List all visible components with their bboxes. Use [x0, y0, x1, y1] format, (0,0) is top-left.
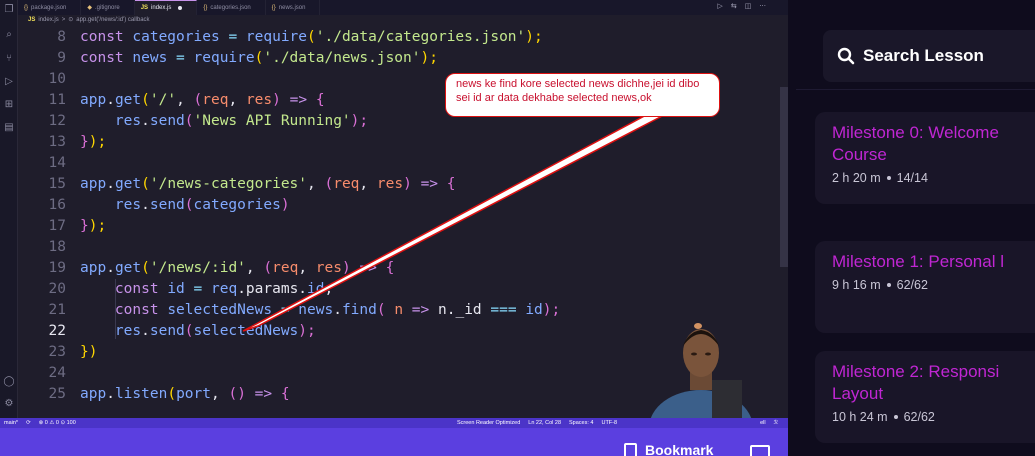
code-line-18: 18	[48, 239, 66, 255]
milestone-card[interactable]: Milestone 1: Personal l 9 h 16 m 62/62	[815, 241, 1035, 333]
milestone-meta: 9 h 16 m 62/62	[832, 278, 1035, 292]
milestone-progress: 62/62	[896, 278, 928, 292]
tab-label: .gitignore	[95, 4, 120, 11]
code-line-9: 9 const news = require('./data/news.json'…	[57, 50, 438, 66]
code-line-8: 8 const categories = require('./data/cate…	[57, 29, 543, 45]
scroll-thumb[interactable]	[780, 87, 788, 267]
gitignore-file-icon: ◆	[87, 5, 92, 11]
json-file-icon: {}	[271, 4, 276, 11]
breadcrumb-symbol[interactable]: app.get('/news/:id') callback	[76, 15, 149, 26]
annotation-callout: news ke find kore selected news dichhe,j…	[445, 73, 720, 117]
shell-indicator[interactable]: ell	[760, 418, 766, 428]
problems-indicator[interactable]: ⊗ 0 ⚠ 0 ⊙ 100	[39, 418, 76, 428]
tab-label: news.json	[278, 4, 306, 11]
milestone-card[interactable]: Milestone 0: Welcome Course 2 h 20 m 14/…	[815, 112, 1035, 204]
milestone-progress: 62/62	[903, 410, 935, 424]
compare-icon[interactable]: ⇆	[731, 2, 737, 10]
activity-bar: ❐ ⌕ ⑂ ▷ ⊞ ▤ ◯ ⚙	[0, 0, 18, 418]
search-placeholder: Search Lesson	[863, 46, 984, 65]
bookmark-button[interactable]: Bookmark	[624, 442, 713, 456]
account-icon[interactable]: ◯	[3, 376, 15, 388]
milestone-duration: 10 h 24 m	[832, 410, 888, 424]
separator-dot-icon	[886, 283, 891, 287]
sync-icon[interactable]: ⟳	[26, 418, 31, 428]
files-icon[interactable]: ❐	[3, 4, 15, 16]
tab-news-json[interactable]: {} news.json	[266, 0, 321, 15]
js-file-icon: JS	[140, 5, 149, 11]
tab-bar: {} package.json ◆ .gitignore JS index.js…	[18, 0, 788, 15]
editor-actions: ▷ ⇆ ◫ ···	[717, 2, 766, 10]
bookmark-icon	[624, 442, 637, 456]
split-editor-icon[interactable]: ◫	[745, 2, 752, 10]
branch-indicator[interactable]: main*	[4, 418, 18, 428]
milestone-title: Milestone 0: Welcome Course	[832, 123, 999, 164]
milestone-progress: 14/14	[896, 171, 928, 185]
code-editor: ❐ ⌕ ⑂ ▷ ⊞ ▤ ◯ ⚙ {} package.json ◆ .gitig…	[0, 0, 788, 456]
separator-dot-icon	[893, 415, 898, 419]
run-icon[interactable]: ▷	[717, 2, 722, 10]
cursor-position[interactable]: Ln 22, Col 28	[528, 418, 561, 428]
settings-gear-icon[interactable]: ⚙	[3, 398, 15, 410]
search-section: Search Lesson	[796, 0, 1035, 90]
tab-categories-json[interactable]: {} categories.json	[197, 0, 266, 15]
tab-label: index.js	[151, 5, 172, 11]
search-icon	[837, 47, 855, 65]
notebook-icon[interactable]: ▤	[3, 122, 15, 134]
milestone-title: Milestone 1: Personal l	[832, 252, 1004, 271]
status-bar: main* ⟳ ⊗ 0 ⚠ 0 ⊙ 100 Screen Reader Opti…	[0, 418, 788, 428]
json-file-icon: {}	[203, 4, 208, 11]
tab-gitignore[interactable]: ◆ .gitignore	[81, 0, 135, 15]
code-line-14: 14	[48, 155, 66, 171]
milestone-meta: 10 h 24 m 62/62	[832, 410, 1035, 424]
code-line-20: 20 const id = req.params.id;	[48, 281, 334, 297]
lesson-sidebar: Search Lesson Milestone 0: Welcome Cours…	[788, 0, 1035, 456]
separator-dot-icon	[886, 176, 891, 180]
notifications-icon[interactable]: ℛ	[774, 418, 778, 428]
tab-label: package.json	[31, 4, 67, 11]
run-debug-icon[interactable]: ▷	[3, 76, 15, 88]
fullscreen-icon[interactable]	[750, 445, 770, 456]
tab-package-json[interactable]: {} package.json	[18, 0, 82, 15]
milestone-duration: 2 h 20 m	[832, 171, 881, 185]
breadcrumb-file[interactable]: index.js	[38, 15, 58, 26]
milestone-meta: 2 h 20 m 14/14	[832, 171, 1035, 185]
json-file-icon: {}	[24, 4, 29, 11]
search-lesson-input[interactable]: Search Lesson	[823, 30, 1035, 82]
code-line-16: 16 res.send(categories)	[48, 197, 290, 213]
search-icon[interactable]: ⌕	[3, 29, 15, 41]
screen-reader-indicator[interactable]: Screen Reader Optimized	[457, 418, 520, 428]
vertical-scrollbar[interactable]	[780, 27, 788, 417]
indentation-indicator[interactable]: Spaces: 4	[569, 418, 593, 428]
more-actions-icon[interactable]: ···	[759, 2, 766, 10]
player-bottom-bar: Bookmark	[0, 428, 788, 456]
unsaved-dot-icon[interactable]	[178, 6, 183, 10]
bookmark-label: Bookmark	[645, 442, 714, 456]
milestone-duration: 9 h 16 m	[832, 278, 881, 292]
milestone-card[interactable]: Milestone 2: Responsi Layout 10 h 24 m 6…	[815, 351, 1035, 443]
js-file-icon: JS	[28, 17, 36, 23]
symbol-icon: ⊙	[68, 17, 74, 23]
tab-label: categories.json	[210, 4, 251, 11]
extensions-icon[interactable]: ⊞	[3, 99, 15, 111]
breadcrumb-separator: >	[61, 17, 66, 23]
tab-index-js[interactable]: JS index.js	[134, 0, 198, 15]
source-control-icon[interactable]: ⑂	[3, 53, 15, 65]
code-line-13: 13});	[48, 134, 107, 150]
encoding-indicator[interactable]: UTF-8	[601, 418, 617, 428]
code-line-17: 17});	[48, 218, 107, 234]
breadcrumb: JS index.js > ⊙ app.get('/news/:id') cal…	[28, 15, 150, 26]
webcam-video	[650, 323, 752, 418]
milestone-title: Milestone 2: Responsi Layout	[832, 362, 1000, 403]
code-line-15: 15 app.get('/news-categories', (req, res)…	[48, 176, 456, 192]
code-line-19: 19 app.get('/news/:id', (req, res) => {	[48, 260, 395, 276]
